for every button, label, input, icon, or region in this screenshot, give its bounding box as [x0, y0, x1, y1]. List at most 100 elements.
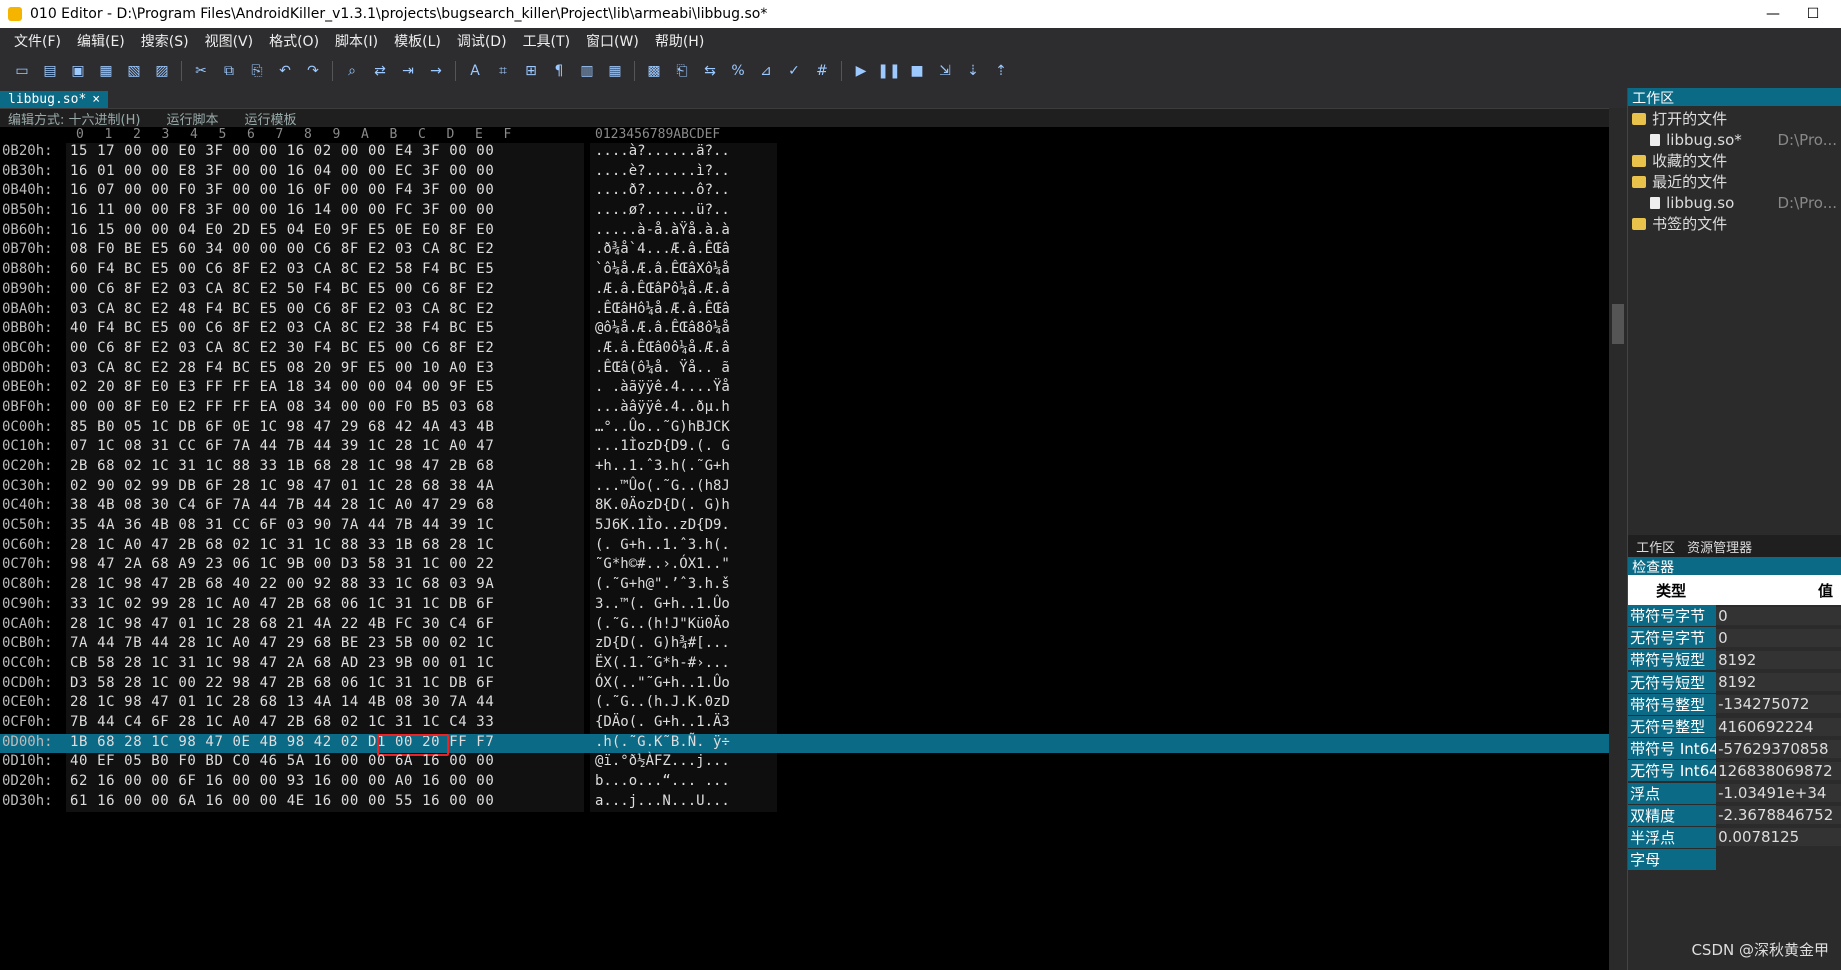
row-ascii[interactable]: a...j...N...U...: [595, 793, 730, 809]
row-hex-bytes[interactable]: 98 47 2A 68 A9 23 06 1C 9B 00 D3 58 31 1…: [70, 556, 494, 572]
row-hex-bytes[interactable]: 16 01 00 00 E8 3F 00 00 16 04 00 00 EC 3…: [70, 163, 494, 179]
find-icon[interactable]: ⌕: [342, 61, 362, 81]
row-ascii[interactable]: ....ð?......ô?..: [595, 182, 730, 198]
hex-row[interactable]: 0C00h: 85 B0 05 1C DB 6F 0E 1C 98 47 29 6…: [0, 419, 1627, 439]
step-out-icon[interactable]: ⇡: [991, 61, 1011, 81]
row-hex-bytes[interactable]: 00 00 8F E0 E2 FF FF EA 08 34 00 00 F0 B…: [70, 399, 494, 415]
hex-row[interactable]: 0BD0h: 03 CA 8C E2 28 F4 BC E5 08 20 9F E…: [0, 360, 1627, 380]
row-ascii[interactable]: .Æ.â.ÊŒâ0ô¼å.Æ.â: [595, 340, 730, 356]
row-hex-bytes[interactable]: 28 1C 98 47 01 1C 28 68 21 4A 22 4B FC 3…: [70, 616, 494, 632]
inspector-row[interactable]: 带符号字节 0: [1628, 605, 1841, 628]
hex-row[interactable]: 0CB0h: 7A 44 7B 44 28 1C A0 47 29 68 BE 2…: [0, 635, 1627, 655]
row-ascii[interactable]: 3..™(. G+h..1.Ûo: [595, 596, 730, 612]
step-in-icon[interactable]: ⇣: [963, 61, 983, 81]
row-ascii[interactable]: @ï.°ð½ÀFZ...j...: [595, 753, 730, 769]
inspector-value[interactable]: -57629370858: [1716, 739, 1841, 758]
row-ascii[interactable]: .....à-å.àŸå.à.à: [595, 222, 730, 238]
hex-row[interactable]: 0BE0h: 02 20 8F E0 E3 FF FF EA 18 34 00 0…: [0, 379, 1627, 399]
cut-icon[interactable]: ✂: [191, 61, 211, 81]
hex-row[interactable]: 0C60h: 28 1C A0 47 2B 68 02 1C 31 1C 88 3…: [0, 537, 1627, 557]
inspector-value[interactable]: 126838069872: [1716, 761, 1841, 780]
hex-row[interactable]: 0C70h: 98 47 2A 68 A9 23 06 1C 9B 00 D3 5…: [0, 556, 1627, 576]
inspector-value[interactable]: 0: [1716, 628, 1841, 647]
row-hex-bytes[interactable]: 16 07 00 00 F0 3F 00 00 16 0F 00 00 F4 3…: [70, 182, 494, 198]
folder-icon[interactable]: ▨: [152, 61, 172, 81]
paste-icon[interactable]: ⎘: [247, 61, 267, 81]
tab-close-button[interactable]: ×: [92, 92, 100, 107]
swap-icon[interactable]: ⇆: [700, 61, 720, 81]
menu-view[interactable]: 视图(V): [197, 31, 262, 51]
row-ascii[interactable]: ËX(.1.˜G*h-#›...: [595, 655, 730, 671]
columns-icon[interactable]: ▥: [577, 61, 597, 81]
check-icon[interactable]: ✓: [784, 61, 804, 81]
menu-format[interactable]: 格式(O): [261, 31, 327, 51]
arrow-icon[interactable]: →: [426, 61, 446, 81]
tree-open-files[interactable]: 打开的文件: [1632, 108, 1837, 129]
row-hex-bytes[interactable]: 16 11 00 00 F8 3F 00 00 16 14 00 00 FC 3…: [70, 202, 494, 218]
row-hex-bytes[interactable]: 03 CA 8C E2 28 F4 BC E5 08 20 9F E5 00 1…: [70, 360, 494, 376]
row-hex-bytes[interactable]: 15 17 00 00 E0 3F 00 00 16 02 00 00 E4 3…: [70, 143, 494, 159]
font-icon[interactable]: A: [465, 61, 485, 81]
inspector-row[interactable]: 浮点 -1.03491e+34: [1628, 782, 1841, 805]
inspector-value[interactable]: -134275072: [1716, 695, 1841, 714]
row-ascii[interactable]: ...1ÌozD{D9.(. G: [595, 438, 730, 454]
row-hex-bytes[interactable]: 28 1C 98 47 01 1C 28 68 13 4A 14 4B 08 3…: [70, 694, 494, 710]
hex-row[interactable]: 0B20h: 15 17 00 00 E0 3F 00 00 16 02 00 0…: [0, 143, 1627, 163]
row-hex-bytes[interactable]: 35 4A 36 4B 08 31 CC 6F 03 90 7A 44 7B 4…: [70, 517, 494, 533]
inspector-row[interactable]: 带符号短型 8192: [1628, 649, 1841, 672]
hex-row[interactable]: 0BC0h: 00 C6 8F E2 03 CA 8C E2 30 F4 BC E…: [0, 340, 1627, 360]
row-hex-bytes[interactable]: 16 15 00 00 04 E0 2D E5 04 E0 9F E5 0E E…: [70, 222, 494, 238]
row-ascii[interactable]: ÓX(.."˜G+h..1.Ûo: [595, 675, 730, 691]
column-type[interactable]: 类型: [1628, 580, 1714, 601]
step-icon[interactable]: ⇲: [935, 61, 955, 81]
hex-row[interactable]: 0D30h: 61 16 00 00 6A 16 00 00 4E 16 00 0…: [0, 793, 1627, 813]
hex-row[interactable]: 0BA0h: 03 CA 8C E2 48 F4 BC E5 00 C6 8F E…: [0, 301, 1627, 321]
redo-icon[interactable]: ↷: [303, 61, 323, 81]
row-ascii[interactable]: (.˜G+h@".’ˆ3.h.š: [595, 576, 730, 592]
hex-row[interactable]: 0B50h: 16 11 00 00 F8 3F 00 00 16 14 00 0…: [0, 202, 1627, 222]
inspector-value[interactable]: 8192: [1716, 673, 1841, 692]
inspector-row[interactable]: 带符号 Int64 -57629370858: [1628, 738, 1841, 761]
hex-row[interactable]: 0D00h: 1B 68 28 1C 98 47 0E 4B 98 42 02 D…: [0, 733, 1628, 756]
row-hex-bytes[interactable]: 7A 44 7B 44 28 1C A0 47 29 68 BE 23 5B 0…: [70, 635, 494, 651]
row-ascii[interactable]: ....ø?......ü?..: [595, 202, 730, 218]
hex-row[interactable]: 0B60h: 16 15 00 00 04 E0 2D E5 04 E0 9F E…: [0, 222, 1627, 242]
vertical-scrollbar[interactable]: [1609, 108, 1628, 970]
row-hex-bytes[interactable]: 00 C6 8F E2 03 CA 8C E2 50 F4 BC E5 00 C…: [70, 281, 494, 297]
row-ascii[interactable]: ˜G*h©#..›.ÓX1..": [595, 556, 730, 572]
row-ascii[interactable]: `ô¼å.Æ.â.ÊŒâXô¼å: [595, 261, 730, 277]
row-hex-bytes[interactable]: 38 4B 08 30 C4 6F 7A 44 7B 44 28 1C A0 4…: [70, 497, 494, 513]
row-ascii[interactable]: @ô¼å.Æ.â.ÊŒâ8ô¼å: [595, 320, 730, 336]
inspector-row[interactable]: 半浮点 0.0078125: [1628, 826, 1841, 850]
save-icon[interactable]: ▣: [68, 61, 88, 81]
menu-debug[interactable]: 调试(D): [449, 31, 515, 51]
tree-file-libbug[interactable]: libbug.so D:\Pro...: [1632, 192, 1837, 213]
hex-row[interactable]: 0BB0h: 40 F4 BC E5 00 C6 8F E2 03 CA 8C E…: [0, 320, 1627, 340]
row-ascii[interactable]: .ÊŒâ(ô¼å. Ÿå.. ã: [595, 360, 730, 376]
inspector-row[interactable]: 无符号字节 0: [1628, 627, 1841, 650]
inspector-row[interactable]: 双精度 -2.3678846752: [1628, 804, 1841, 827]
hex-row[interactable]: 0B70h: 08 F0 BE E5 60 34 00 00 00 C6 8F E…: [0, 241, 1627, 261]
row-ascii[interactable]: ...™Ûo(.˜G..(h8J: [595, 478, 730, 494]
tab-workspace[interactable]: 工作区: [1636, 537, 1675, 556]
inspector-value[interactable]: -1.03491e+34: [1716, 784, 1841, 803]
hex-row[interactable]: 0B30h: 16 01 00 00 E8 3F 00 00 16 04 00 0…: [0, 163, 1627, 183]
tree-recent[interactable]: 最近的文件: [1632, 171, 1837, 192]
row-hex-bytes[interactable]: 02 20 8F E0 E3 FF FF EA 18 34 00 00 04 0…: [70, 379, 494, 395]
row-hex-bytes[interactable]: 7B 44 C4 6F 28 1C A0 47 2B 68 02 1C 31 1…: [70, 714, 494, 730]
row-hex-bytes[interactable]: 33 1C 02 99 28 1C A0 47 2B 68 06 1C 31 1…: [70, 596, 494, 612]
row-hex-bytes[interactable]: CB 58 28 1C 31 1C 98 47 2A 68 AD 23 9B 0…: [70, 655, 494, 671]
inspector-row[interactable]: 无符号短型 8192: [1628, 671, 1841, 694]
hex-icon[interactable]: ⌗: [493, 61, 513, 81]
row-hex-bytes[interactable]: 40 EF 05 B0 F0 BD C0 46 5A 16 00 00 6A 1…: [70, 753, 494, 769]
tree-favorites[interactable]: 收藏的文件: [1632, 150, 1837, 171]
row-hex-bytes[interactable]: 02 90 02 99 DB 6F 28 1C 98 47 01 1C 28 6…: [70, 478, 494, 494]
new-icon[interactable]: ▭: [12, 61, 32, 81]
row-ascii[interactable]: ....à?......ä?..: [595, 143, 730, 159]
row-ascii[interactable]: 5J6K.1Ìo..zD{D9.: [595, 517, 730, 533]
row-ascii[interactable]: +h..1.ˆ3.h(.˜G+h: [595, 458, 730, 474]
menu-template[interactable]: 模板(L): [386, 31, 449, 51]
tree-file-libbug-modified[interactable]: libbug.so* D:\Pro...: [1632, 129, 1837, 150]
hex-row[interactable]: 0B80h: 60 F4 BC E5 00 C6 8F E2 03 CA 8C E…: [0, 261, 1627, 281]
tab-libbug[interactable]: libbug.so* ×: [0, 91, 109, 108]
